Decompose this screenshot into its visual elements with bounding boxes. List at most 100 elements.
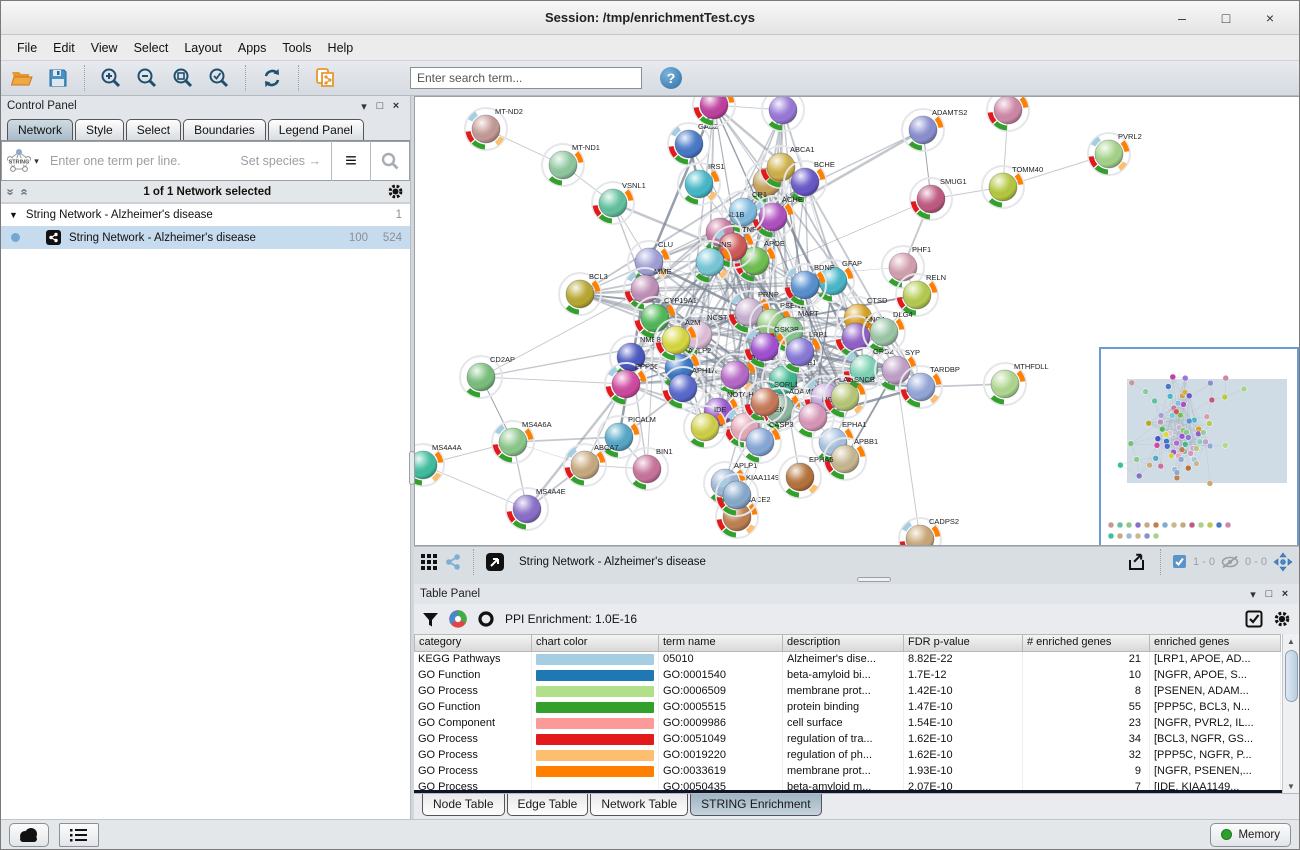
string-database-selector[interactable]: STRING ▾	[2, 148, 44, 174]
tab-string-enrichment[interactable]: STRING Enrichment	[690, 794, 821, 816]
network-node[interactable]: TREM2	[762, 97, 817, 131]
zoom-selected-button[interactable]	[204, 64, 234, 92]
network-collection-row[interactable]: ▼ String Network - Alzheimer's disease 1	[1, 204, 410, 226]
panel-collapse-icon[interactable]: ▾	[356, 100, 372, 113]
share-view-icon[interactable]	[444, 553, 462, 571]
tab-boundaries[interactable]: Boundaries	[183, 119, 266, 140]
menu-item-layout[interactable]: Layout	[176, 38, 230, 58]
zoom-in-button[interactable]	[96, 64, 126, 92]
table-row[interactable]: GO ProcessGO:0019220regulation of ph...1…	[414, 748, 1282, 764]
menu-item-view[interactable]: View	[83, 38, 126, 58]
panel-close-icon[interactable]: ×	[388, 100, 404, 112]
splitter-grip[interactable]	[857, 577, 891, 582]
network-node[interactable]: MS4A4A	[415, 440, 462, 491]
network-row-selected[interactable]: String Network - Alzheimer's disease 100…	[1, 226, 410, 249]
tab-select[interactable]: Select	[126, 119, 181, 140]
horizontal-splitter[interactable]	[414, 576, 1299, 584]
expand-all-icon[interactable]: »	[19, 188, 29, 195]
network-node[interactable]: TOMM40	[978, 162, 1043, 213]
panel-float-icon[interactable]: □	[1261, 588, 1277, 600]
tab-network-table[interactable]: Network Table	[590, 794, 688, 816]
table-scrollbar[interactable]: ▲ ▼	[1282, 634, 1299, 793]
table-row[interactable]: GO FunctionGO:0001540beta-amyloid bi...1…	[414, 668, 1282, 684]
table-row[interactable]: GO ComponentGO:0009986cell surface1.54E-…	[414, 716, 1282, 732]
network-node[interactable]: PVRL2	[1084, 129, 1142, 180]
navigator-canvas[interactable]	[1101, 349, 1297, 545]
column-header-term-name[interactable]: term name	[659, 634, 783, 652]
scroll-down-icon[interactable]: ▼	[1287, 779, 1295, 793]
grid-view-icon[interactable]	[420, 553, 438, 571]
network-node[interactable]: SMUG1	[906, 174, 967, 225]
network-node[interactable]: PHF1	[882, 245, 931, 288]
selected-checkbox-icon[interactable]	[1172, 554, 1187, 569]
menu-item-select[interactable]: Select	[126, 38, 177, 58]
network-node[interactable]: MT-ND2	[461, 104, 523, 155]
export-network-icon[interactable]	[1127, 552, 1149, 572]
maximize-button[interactable]: □	[1211, 10, 1241, 26]
menu-item-apps[interactable]: Apps	[230, 38, 275, 58]
table-row[interactable]: GO ProcessGO:0051049regulation of tra...…	[414, 732, 1282, 748]
table-row[interactable]: GO ProcessGO:0033619membrane prot...1.93…	[414, 764, 1282, 780]
network-node[interactable]: EPHA5	[775, 452, 833, 501]
birdseye-toggle-icon[interactable]	[485, 552, 505, 572]
collapse-all-icon[interactable]: »	[6, 188, 16, 195]
column-header-description[interactable]: description	[783, 634, 904, 652]
select-columns-icon[interactable]	[1245, 610, 1263, 628]
tab-edge-table[interactable]: Edge Table	[507, 794, 589, 816]
network-node[interactable]: VSNL1	[588, 178, 646, 229]
network-node[interactable]: CD2AP	[460, 355, 515, 398]
set-species-label[interactable]: Set species →	[240, 154, 331, 168]
network-node[interactable]: ADAMTS2	[898, 105, 968, 156]
open-session-button[interactable]	[7, 64, 37, 92]
network-node[interactable]: BIN1	[626, 447, 673, 490]
scroll-up-icon[interactable]: ▲	[1287, 634, 1295, 648]
cloud-tasks-button[interactable]	[9, 823, 49, 847]
navigator-pan-icon[interactable]	[1273, 552, 1293, 572]
column-header-FDR-p-value[interactable]: FDR p-value	[904, 634, 1023, 652]
network-node[interactable]: MS4A4E	[502, 484, 566, 535]
table-row[interactable]: KEGG Pathways05010Alzheimer's dise...8.8…	[414, 652, 1282, 668]
panel-close-icon[interactable]: ×	[1277, 588, 1293, 600]
close-button[interactable]: ×	[1255, 10, 1285, 26]
clone-network-button[interactable]	[310, 64, 340, 92]
panel-collapse-icon[interactable]: ▾	[1245, 588, 1261, 601]
column-header-category[interactable]: category	[414, 634, 532, 652]
memory-button[interactable]: Memory	[1210, 823, 1291, 847]
column-header--enriched-genes[interactable]: # enriched genes	[1023, 634, 1150, 652]
ring-chart-icon[interactable]	[477, 610, 495, 628]
hidden-eye-icon[interactable]	[1221, 555, 1239, 569]
search-input[interactable]	[410, 67, 642, 89]
panel-float-icon[interactable]: □	[372, 100, 388, 112]
menu-item-tools[interactable]: Tools	[274, 38, 319, 58]
network-node[interactable]: MT-ND1	[538, 140, 600, 191]
scrollbar-thumb[interactable]	[1285, 650, 1298, 702]
minimize-button[interactable]: –	[1167, 10, 1197, 26]
tab-style[interactable]: Style	[75, 119, 124, 140]
network-node[interactable]: ABCA7	[560, 440, 619, 491]
tree-expand-icon[interactable]: ▼	[9, 210, 18, 220]
zoom-fit-button[interactable]	[168, 64, 198, 92]
table-row[interactable]: GO ProcessGO:0050435beta-amyloid m...2.0…	[414, 780, 1282, 790]
pie-chart-icon[interactable]	[449, 610, 467, 628]
table-row[interactable]: GO FunctionGO:0005515protein binding1.47…	[414, 700, 1282, 716]
column-header-chart-color[interactable]: chart color	[532, 634, 659, 652]
filter-icon[interactable]	[422, 611, 439, 628]
task-history-button[interactable]	[59, 823, 99, 847]
gear-icon[interactable]	[1273, 610, 1291, 628]
help-button[interactable]: ?	[660, 67, 682, 89]
network-node[interactable]: MS4A6A	[488, 417, 552, 468]
gear-icon[interactable]	[387, 183, 404, 200]
tab-legend-panel[interactable]: Legend Panel	[268, 119, 364, 140]
column-header-enriched-genes[interactable]: enriched genes	[1150, 634, 1281, 652]
string-term-input[interactable]	[44, 154, 240, 168]
zoom-out-button[interactable]	[132, 64, 162, 92]
menu-item-help[interactable]: Help	[320, 38, 362, 58]
string-search-button[interactable]	[371, 142, 409, 180]
tab-node-table[interactable]: Node Table	[422, 794, 505, 816]
menu-item-file[interactable]: File	[9, 38, 45, 58]
save-session-button[interactable]	[43, 64, 73, 92]
tab-network[interactable]: Network	[7, 119, 73, 140]
refresh-button[interactable]	[257, 64, 287, 92]
network-node[interactable]: CADPS2	[895, 514, 959, 545]
network-view[interactable]: MT-ND2 MT-ND1VSNL1 CD2AP MS4A6A MS4A4A MS4A4E…	[414, 96, 1299, 546]
